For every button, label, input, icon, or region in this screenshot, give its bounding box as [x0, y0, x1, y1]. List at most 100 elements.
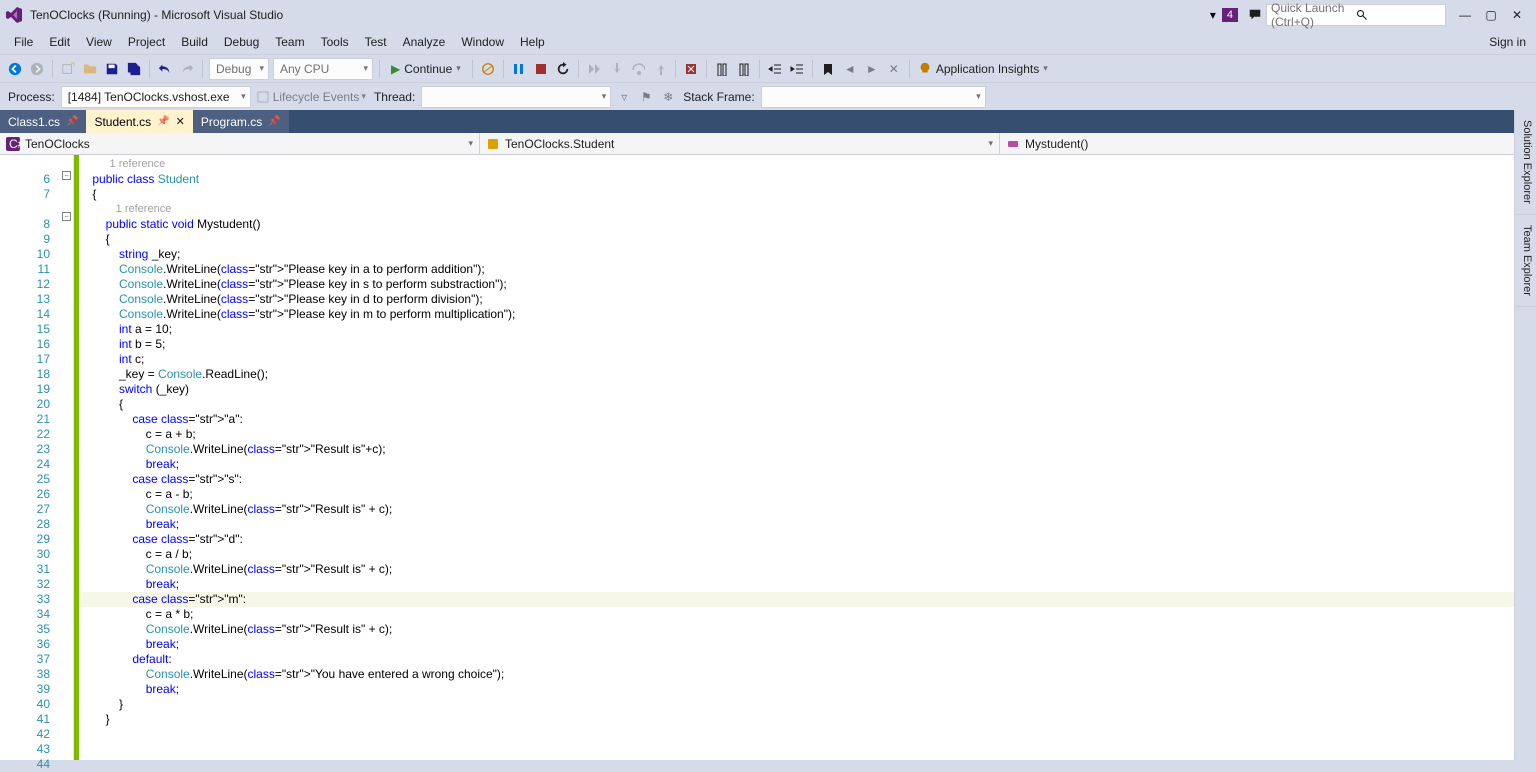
tab-class1[interactable]: Class1.cs 📌 [0, 110, 86, 133]
comment-button[interactable] [712, 58, 732, 80]
app-insights-button[interactable]: Application Insights ▾ [915, 58, 1051, 80]
menu-tools[interactable]: Tools [313, 32, 357, 52]
menu-team[interactable]: Team [267, 32, 312, 52]
nav-project-dropdown[interactable]: C# TenOClocks [0, 133, 480, 154]
sign-in-link[interactable]: Sign in [1489, 35, 1536, 49]
solution-explorer-tab[interactable]: Solution Explorer [1515, 110, 1536, 215]
fold-toggle[interactable]: − [62, 171, 71, 180]
save-button[interactable] [102, 58, 122, 80]
code-area[interactable]: 1 reference public class Student { 1 ref… [79, 155, 1519, 760]
continue-label: Continue [404, 62, 452, 76]
pause-button[interactable] [509, 58, 529, 80]
menu-view[interactable]: View [78, 32, 120, 52]
new-project-button[interactable] [58, 58, 78, 80]
menu-analyze[interactable]: Analyze [395, 32, 454, 52]
nav-class-label: TenOClocks.Student [505, 137, 614, 151]
quick-launch-placeholder: Quick Launch (Ctrl+Q) [1271, 1, 1356, 29]
stackframe-dropdown[interactable] [761, 86, 986, 108]
next-bookmark-button[interactable]: ► [862, 58, 882, 80]
process-label: Process: [8, 90, 55, 104]
menu-file[interactable]: File [6, 32, 41, 52]
tab-class1-label: Class1.cs [8, 115, 60, 129]
menu-edit[interactable]: Edit [41, 32, 78, 52]
funnel-icon: ▾ [1210, 8, 1216, 22]
browser-link-button[interactable] [478, 58, 498, 80]
solution-platform-dropdown[interactable]: Any CPU [273, 58, 373, 80]
tab-student-label: Student.cs [94, 115, 151, 129]
maximize-button[interactable]: ▢ [1478, 5, 1504, 25]
process-dropdown[interactable]: [1484] TenOClocks.vshost.exe [61, 86, 251, 108]
csharp-project-icon: C# [6, 137, 20, 151]
solution-config-dropdown[interactable]: Debug [209, 58, 269, 80]
thread-filter-icon[interactable]: ▿ [614, 86, 634, 108]
lifecycle-label: Lifecycle Events [273, 90, 360, 104]
pin-icon[interactable]: 📌 [66, 116, 78, 127]
title-bar: TenOClocks (Running) - Microsoft Visual … [0, 0, 1536, 30]
menu-project[interactable]: Project [120, 32, 173, 52]
save-all-button[interactable] [124, 58, 144, 80]
stackframe-label: Stack Frame: [683, 90, 754, 104]
nav-back-button[interactable] [5, 58, 25, 80]
minimize-button[interactable]: — [1452, 5, 1478, 25]
undo-button[interactable] [155, 58, 175, 80]
restart-button[interactable] [553, 58, 573, 80]
method-icon [1006, 137, 1020, 151]
main-toolbar: Debug Any CPU ▶ Continue ▾ ◄ ► ✕ Applica… [0, 54, 1536, 82]
freeze-threads-button[interactable]: ❄ [658, 86, 678, 108]
vs-logo-icon [6, 7, 22, 23]
open-file-button[interactable] [80, 58, 100, 80]
close-button[interactable]: ✕ [1504, 5, 1530, 25]
step-over-button[interactable] [628, 58, 648, 80]
notifications-area[interactable]: ▾ 4 [1210, 8, 1238, 22]
thread-label: Thread: [374, 90, 415, 104]
clear-bookmarks-button[interactable]: ✕ [884, 58, 904, 80]
close-icon[interactable]: ✕ [176, 115, 185, 128]
code-editor[interactable]: 67 8910111213141516171819202122232425262… [0, 155, 1536, 760]
debug-location-toolbar: Process: [1484] TenOClocks.vshost.exe Li… [0, 82, 1536, 110]
play-icon: ▶ [391, 62, 400, 76]
menu-test[interactable]: Test [357, 32, 395, 52]
quick-launch-input[interactable]: Quick Launch (Ctrl+Q) [1266, 4, 1446, 26]
class-icon [486, 137, 500, 151]
notification-count-badge: 4 [1222, 8, 1238, 22]
menu-window[interactable]: Window [453, 32, 512, 52]
prev-bookmark-button[interactable]: ◄ [840, 58, 860, 80]
document-tabs: Class1.cs 📌 Student.cs 📌 ✕ Program.cs 📌 … [0, 110, 1536, 133]
menu-help[interactable]: Help [512, 32, 553, 52]
pin-icon[interactable]: 📌 [268, 116, 280, 127]
outlining-margin[interactable]: − − [60, 155, 74, 760]
search-icon [1356, 9, 1441, 21]
continue-button[interactable]: ▶ Continue ▾ [385, 58, 467, 80]
nav-member-label: Mystudent() [1025, 137, 1088, 151]
redo-button[interactable] [177, 58, 197, 80]
nav-class-dropdown[interactable]: TenOClocks.Student [480, 133, 1000, 154]
team-explorer-tab[interactable]: Team Explorer [1515, 215, 1536, 307]
thread-dropdown[interactable] [421, 86, 611, 108]
fold-toggle[interactable]: − [62, 212, 71, 221]
uncomment-button[interactable] [734, 58, 754, 80]
tab-student[interactable]: Student.cs 📌 ✕ [86, 110, 192, 133]
feedback-icon[interactable] [1245, 4, 1265, 26]
tab-program[interactable]: Program.cs 📌 [193, 110, 289, 133]
nav-forward-button[interactable] [27, 58, 47, 80]
line-number-gutter: 67 8910111213141516171819202122232425262… [0, 155, 60, 760]
step-out-button[interactable] [650, 58, 670, 80]
lifecycle-events-button[interactable]: Lifecycle Events ▾ [254, 86, 369, 108]
nav-project-label: TenOClocks [25, 137, 90, 151]
svg-text:C#: C# [9, 137, 20, 151]
decrease-indent-button[interactable] [765, 58, 785, 80]
intellitrace-button[interactable] [681, 58, 701, 80]
pin-icon[interactable]: 📌 [157, 116, 169, 127]
menu-debug[interactable]: Debug [216, 32, 267, 52]
window-title: TenOClocks (Running) - Microsoft Visual … [30, 8, 283, 22]
flag-threads-button[interactable]: ⚑ [636, 86, 656, 108]
menu-build[interactable]: Build [173, 32, 216, 52]
stop-button[interactable] [531, 58, 551, 80]
nav-member-dropdown[interactable]: Mystudent() [1000, 133, 1536, 154]
tab-program-label: Program.cs [201, 115, 262, 129]
show-next-statement-button[interactable] [584, 58, 604, 80]
increase-indent-button[interactable] [787, 58, 807, 80]
bookmark-button[interactable] [818, 58, 838, 80]
navigation-bar: C# TenOClocks TenOClocks.Student Mystude… [0, 133, 1536, 155]
step-into-button[interactable] [606, 58, 626, 80]
